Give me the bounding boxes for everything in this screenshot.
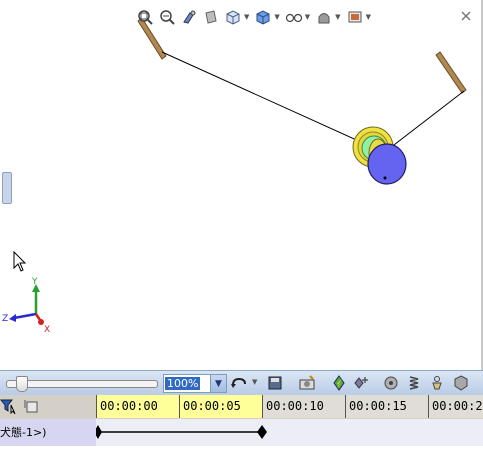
view-rotate-icon[interactable]: [179, 7, 199, 27]
autokey-icon[interactable]: [330, 374, 348, 392]
svg-text:Y: Y: [31, 277, 38, 287]
tick-mark: [345, 395, 346, 418]
right-string: [389, 90, 465, 149]
add-key-icon[interactable]: [352, 374, 370, 392]
tick-mark: [96, 395, 97, 418]
time-tick-label: 00:00:00: [100, 399, 158, 413]
time-ruler[interactable]: 00:00:00 00:00:05 00:00:10 00:00:15 00:0…: [96, 395, 483, 418]
contact-icon[interactable]: [452, 374, 470, 392]
tick-mark: [428, 395, 429, 418]
motor-icon[interactable]: [382, 374, 400, 392]
svg-text:Z: Z: [2, 314, 8, 324]
time-tick-label: 00:00:05: [183, 399, 241, 413]
graphics-viewport[interactable]: Y Z X ▼ ▼ ▼ ▼ ▼: [0, 0, 483, 370]
section-view-icon[interactable]: [201, 7, 221, 27]
chevron-down-icon[interactable]: ▼: [252, 378, 257, 386]
animation-wizard-icon[interactable]: [298, 374, 316, 392]
playback-slider-thumb[interactable]: [16, 376, 28, 392]
zoom-in-icon[interactable]: [157, 7, 177, 27]
tree-view-icon[interactable]: [22, 397, 40, 415]
chevron-down-icon[interactable]: ▼: [210, 375, 226, 392]
save-animation-icon[interactable]: [266, 374, 284, 392]
track-label[interactable]: 犬態-1>): [0, 424, 46, 440]
spring-icon[interactable]: [405, 374, 423, 392]
chevron-down-icon[interactable]: ▼: [366, 13, 371, 21]
playback-slider[interactable]: [6, 380, 158, 388]
motion-study-panel: 100% ▼ ▼ 00:00:00 00:00:05 00:00:10 00:0…: [0, 370, 483, 446]
left-string: [161, 51, 384, 153]
zoom-to-fit-icon[interactable]: [135, 7, 155, 27]
chevron-down-icon[interactable]: ▼: [244, 13, 249, 21]
time-tick-label: 00:00:15: [349, 399, 407, 413]
svg-text:X: X: [44, 325, 50, 335]
timeline-track-row: 犬態-1>): [0, 419, 483, 446]
panel-expand-handle[interactable]: [2, 172, 12, 204]
tick-mark: [179, 395, 180, 418]
model-scene[interactable]: Y Z X: [0, 0, 483, 370]
yoyo-wheel-assembly[interactable]: [352, 126, 407, 185]
motion-toolbar: 100% ▼ ▼: [0, 370, 483, 395]
hide-show-icon[interactable]: [284, 7, 304, 27]
time-tick-label: 00:00:2: [432, 399, 483, 413]
playback-speed-select[interactable]: 100% ▼: [163, 374, 227, 393]
coordinate-triad: Y Z X: [2, 277, 50, 335]
scene-icon[interactable]: [345, 7, 365, 27]
key-point-start: [94, 425, 102, 439]
right-support-arm[interactable]: [435, 51, 467, 94]
playback-mode-icon[interactable]: [230, 374, 248, 392]
filter-icon[interactable]: [0, 397, 18, 415]
chevron-down-icon[interactable]: ▼: [305, 13, 310, 21]
close-icon[interactable]: [460, 10, 472, 22]
damper-icon[interactable]: [428, 374, 446, 392]
time-tick-label: 00:00:10: [266, 399, 324, 413]
view-orientation-icon[interactable]: [223, 7, 243, 27]
playback-speed-value: 100%: [165, 377, 201, 390]
heads-up-view-toolbar: ▼ ▼ ▼ ▼ ▼: [135, 6, 373, 28]
display-style-icon[interactable]: [253, 7, 273, 27]
key-point-end: [257, 425, 267, 439]
mouse-cursor-icon: [13, 250, 27, 272]
chevron-down-icon[interactable]: ▼: [335, 13, 340, 21]
appearance-icon[interactable]: [314, 7, 334, 27]
track-area[interactable]: [94, 419, 483, 446]
chevron-down-icon[interactable]: ▼: [274, 13, 279, 21]
tick-mark: [262, 395, 263, 418]
